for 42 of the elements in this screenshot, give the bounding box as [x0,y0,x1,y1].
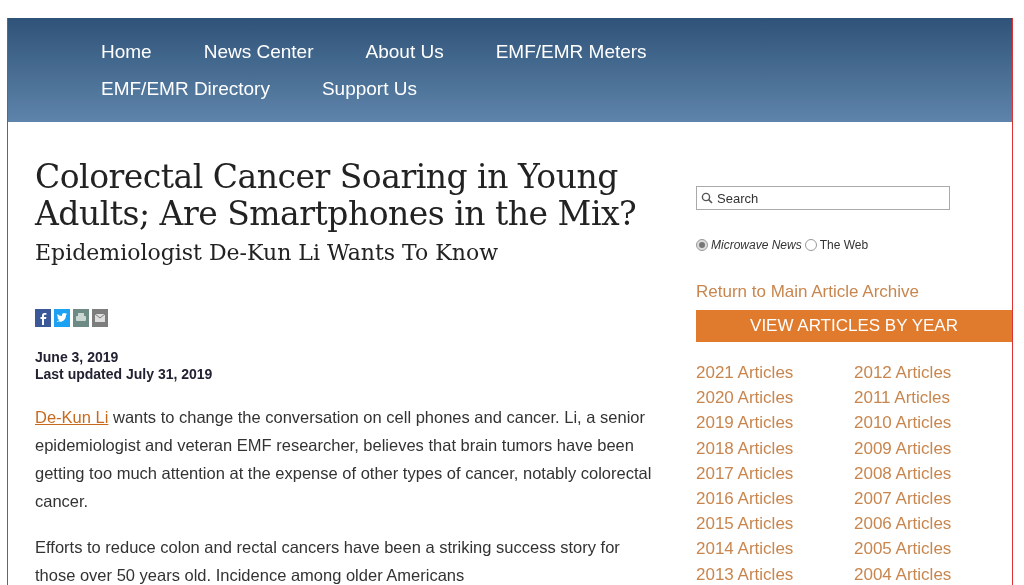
article-title: Colorectal Cancer Soaring in Young Adults; Are Smartphones in the Mix? [35,158,638,232]
nav-link[interactable]: About Us [365,40,444,63]
year-link[interactable]: 2013 Articles [696,561,794,585]
radio-label: Microwave News [711,238,802,252]
paragraph: Efforts to reduce colon and rectal cancers have been a striking success story for those over 50 years old. Incidence among older Americans [35,537,621,585]
year-link[interactable]: 2010 Articles [854,410,952,436]
nav-link[interactable]: EMF/EMR Directory [101,77,270,100]
archive-link[interactable]: Return to Main Article Archive [696,282,919,302]
year-link[interactable]: 2019 Articles [696,410,794,436]
publish-date: June 3, 2019 [35,349,119,366]
paragraph: De-Kun Li wants to change the conversation on cell phones and cancer. Li, a senior epidemiologist and veteran EMF researcher, believes that brain tumors have been getting too much attention at the expense of other types of cancer, notably colorectal cancer. [35,407,653,512]
year-link[interactable]: 2020 Articles [696,385,794,411]
article-subtitle: Epidemiologist De-Kun Li Wants To Know [35,240,499,265]
twitter-icon[interactable] [54,309,70,327]
nav-link[interactable]: EMF/EMR Meters [495,40,647,63]
email-icon[interactable] [92,309,108,327]
year-link[interactable]: 2012 Articles [854,360,952,386]
year-link[interactable]: 2005 Articles [854,536,952,562]
author-link[interactable]: De-Kun Li [35,408,109,426]
year-link[interactable]: 2017 Articles [696,460,794,486]
nav-link[interactable]: News Center [203,40,314,63]
radio-button[interactable] [804,239,817,251]
radio-label: The Web [819,238,869,252]
year-link[interactable]: 2021 Articles [696,360,794,386]
search-field[interactable]: Search [696,186,950,210]
year-link[interactable]: 2011 Articles [854,385,951,411]
facebook-icon[interactable] [35,309,51,327]
year-link[interactable]: 2016 Articles [696,486,794,512]
updated-date: Last updated July 31, 2019 [35,366,213,383]
year-link[interactable]: 2009 Articles [854,435,952,461]
year-link[interactable]: 2014 Articles [696,536,794,562]
nav-link[interactable]: Home [101,40,152,63]
radio-button[interactable] [696,239,708,251]
year-link[interactable]: 2007 Articles [854,486,952,512]
nav-link[interactable]: Support Us [321,77,417,100]
section-header: VIEW ARTICLES BY YEAR [696,310,1012,342]
printer-icon[interactable] [73,309,89,327]
year-link[interactable]: 2018 Articles [696,435,794,461]
year-link[interactable]: 2004 Articles [854,561,952,585]
year-link[interactable]: 2006 Articles [854,511,952,537]
year-link[interactable]: 2008 Articles [854,460,952,486]
year-link[interactable]: 2015 Articles [696,511,794,537]
